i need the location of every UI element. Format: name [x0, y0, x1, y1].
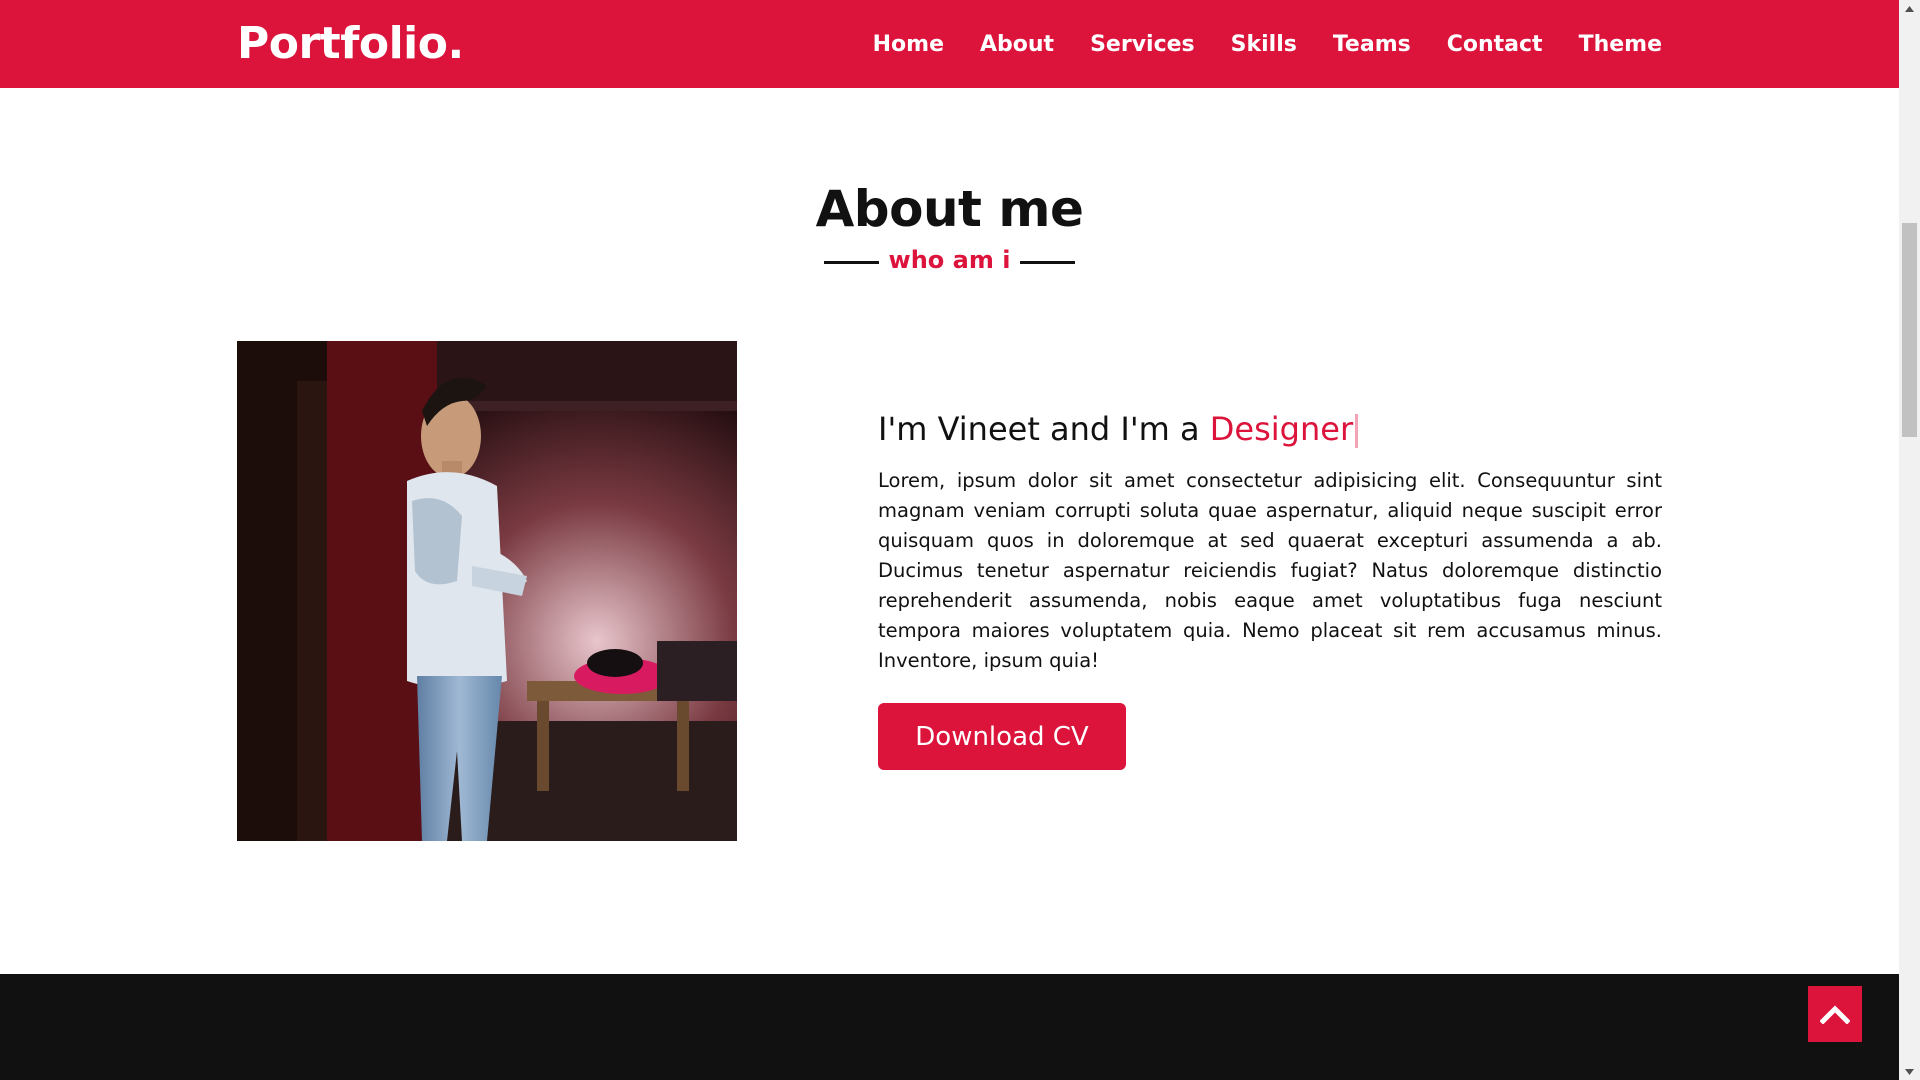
profile-photo — [237, 341, 737, 841]
nav-link-contact[interactable]: Contact — [1447, 32, 1543, 57]
nav-item-teams: Teams — [1333, 32, 1411, 57]
nav-link-about[interactable]: About — [980, 32, 1054, 57]
about-description: Lorem, ipsum dolor sit amet consectetur … — [878, 469, 1662, 672]
scrollbar[interactable] — [1899, 0, 1920, 1080]
nav-item-contact: Contact — [1447, 32, 1543, 57]
nav-item-about: About — [980, 32, 1054, 57]
nav-link-theme[interactable]: Theme — [1579, 32, 1662, 57]
typing-cursor — [1355, 414, 1359, 448]
nav-link-home[interactable]: Home — [873, 32, 944, 57]
about-content: I'm Vineet and I'm a Designer Lorem, ips… — [878, 410, 1662, 770]
typed-role: Designer — [1209, 410, 1354, 448]
scrollbar-down-arrow-icon[interactable] — [1899, 1063, 1920, 1080]
nav-link-teams[interactable]: Teams — [1333, 32, 1411, 57]
navbar: Portfolio. Home About Services Skills Te… — [0, 0, 1899, 88]
scrollbar-up-arrow-icon[interactable] — [1899, 0, 1920, 17]
nav-item-services: Services — [1090, 32, 1195, 57]
profile-photo-image — [237, 341, 737, 841]
nav-menu: Home About Services Skills Teams Contact… — [873, 0, 1662, 88]
scrollbar-thumb[interactable] — [1902, 223, 1917, 437]
about-heading: I'm Vineet and I'm a Designer — [878, 410, 1662, 448]
logo[interactable]: Portfolio. — [237, 18, 464, 69]
subtitle-line-right — [1020, 260, 1076, 264]
download-cv-button[interactable]: Download CV — [878, 703, 1126, 770]
subtitle-line-left — [823, 260, 879, 264]
nav-item-skills: Skills — [1231, 32, 1297, 57]
nav-item-home: Home — [873, 32, 944, 57]
next-section — [0, 974, 1899, 1080]
subtitle-text: who am i — [888, 246, 1011, 274]
nav-link-services[interactable]: Services — [1090, 32, 1195, 57]
chevron-up-icon — [1820, 1005, 1850, 1024]
section-subtitle: who am i — [0, 246, 1899, 274]
scroll-top-button[interactable] — [1808, 986, 1862, 1042]
heading-prefix: I'm Vineet and I'm a — [878, 410, 1210, 448]
nav-item-theme: Theme — [1579, 32, 1662, 57]
nav-link-skills[interactable]: Skills — [1231, 32, 1297, 57]
section-title: About me — [815, 180, 1084, 238]
about-section-header: About me who am i — [0, 180, 1899, 274]
